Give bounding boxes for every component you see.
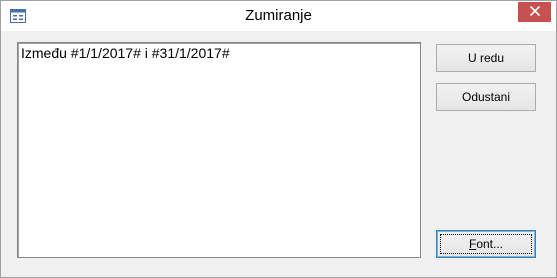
cancel-button[interactable]: Odustani [436, 83, 536, 111]
font-button[interactable]: Font... [436, 230, 536, 258]
dialog-body: Između #1/1/2017# i #31/1/2017# U redu O… [8, 31, 549, 270]
window-title: Zumiranje [245, 7, 312, 24]
close-icon [529, 3, 540, 21]
zoom-dialog: Zumiranje Između #1/1/2017# i #31/1/2017… [0, 0, 557, 278]
font-button-label: ont... [476, 237, 504, 251]
close-button[interactable] [518, 2, 551, 22]
title-bar[interactable]: Zumiranje [1, 1, 556, 31]
ok-button[interactable]: U redu [436, 44, 536, 72]
zoom-text-input[interactable]: Između #1/1/2017# i #31/1/2017# [17, 42, 421, 258]
